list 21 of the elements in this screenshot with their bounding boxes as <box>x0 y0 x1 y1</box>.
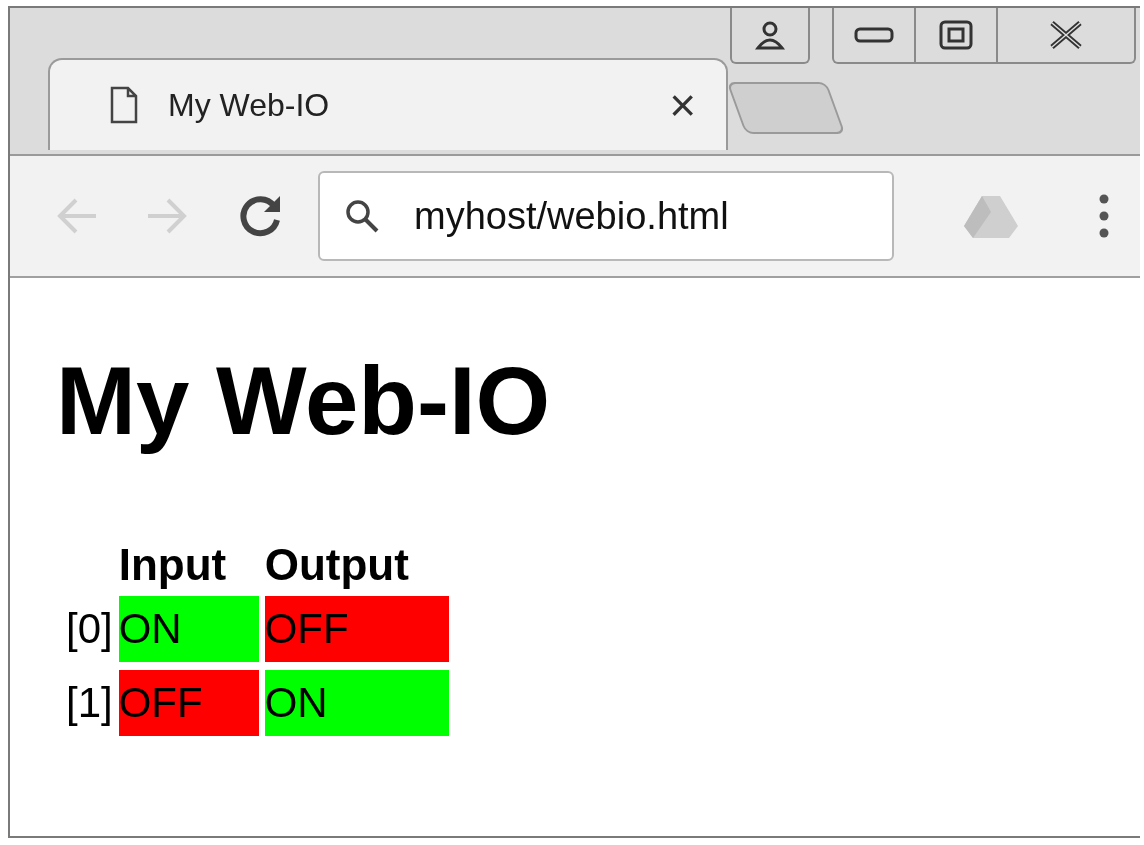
minimize-icon <box>854 27 894 43</box>
column-header: Input <box>118 541 228 588</box>
drive-icon <box>964 194 1018 238</box>
address-bar[interactable]: myhost/webio.html <box>318 171 894 261</box>
page-heading: My Web-IO <box>56 348 552 454</box>
page-icon <box>110 86 138 124</box>
row-label: [1] <box>66 677 113 728</box>
status-cell: OFF <box>264 595 449 662</box>
close-icon <box>1048 20 1084 50</box>
status-cell: OFF <box>118 669 259 736</box>
restore-icon <box>939 20 973 50</box>
tab-close-button[interactable]: × <box>669 82 696 128</box>
status-cell: ON <box>118 595 259 662</box>
column-header: Output <box>264 541 410 588</box>
browser-tab[interactable]: My Web-IO × <box>48 58 728 150</box>
person-icon <box>755 20 785 50</box>
tab-title: My Web-IO <box>168 86 331 124</box>
search-icon <box>344 198 380 234</box>
status-cell: ON <box>264 669 449 736</box>
row-label: [0] <box>66 603 113 654</box>
menu-icon <box>1098 193 1110 239</box>
